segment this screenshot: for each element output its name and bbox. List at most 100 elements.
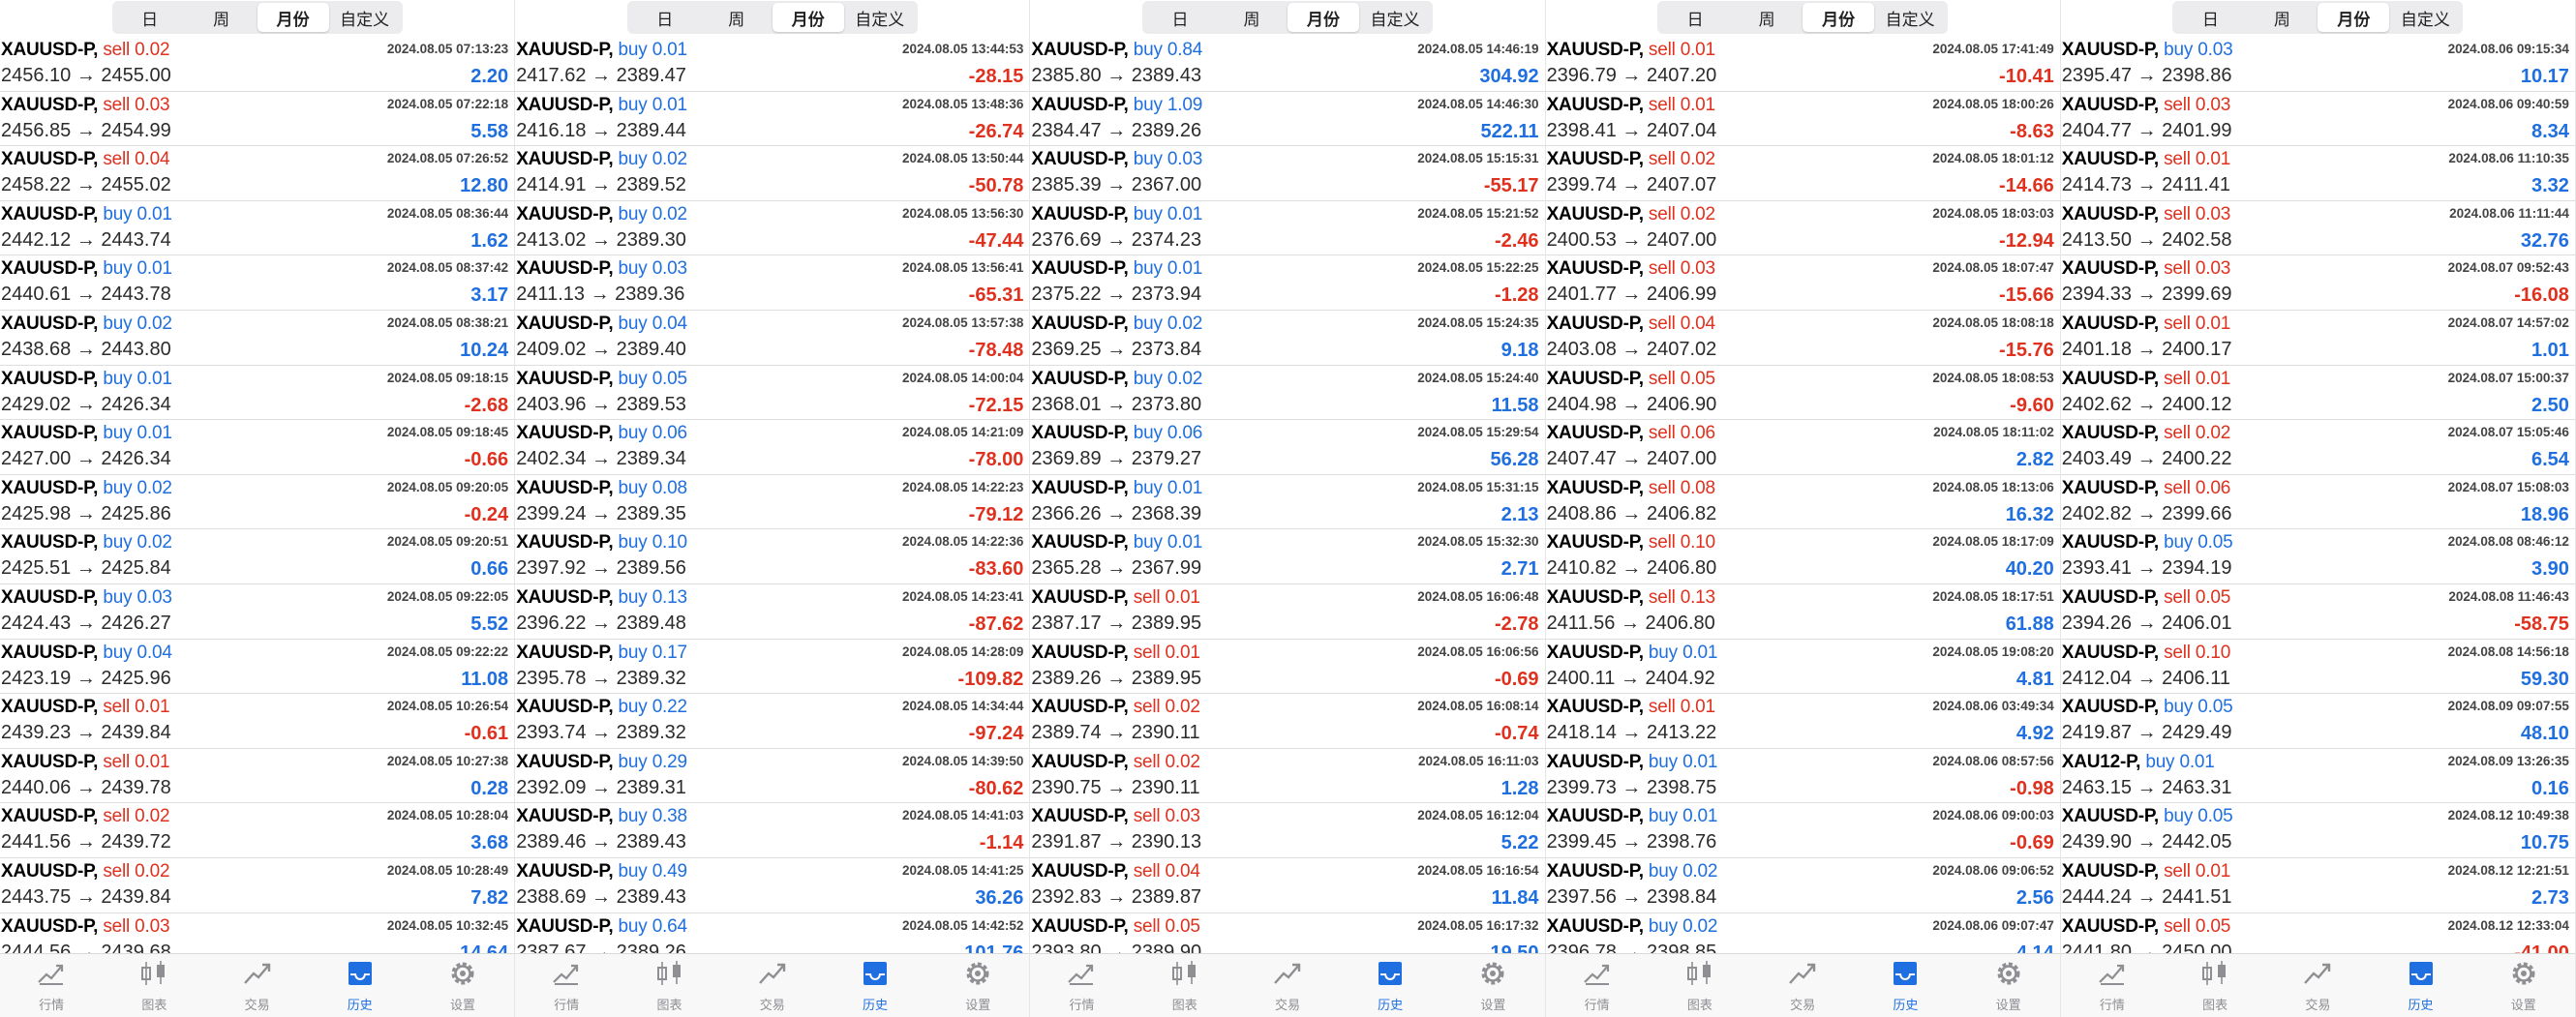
tab-chart[interactable]: 图表 <box>626 959 713 1013</box>
trade-row[interactable]: XAUUSD-P, buy 0.04 2409.02 → 2389.40 2024.… <box>515 311 1030 366</box>
trade-row[interactable]: XAUUSD-P, buy 0.01 2399.45 → 2398.76 2024.… <box>1545 803 2060 858</box>
trade-row[interactable]: XAUUSD-P, sell 0.10 2412.04 → 2406.11 2024… <box>2060 640 2575 695</box>
trade-row[interactable]: XAUUSD-P, sell 0.01 2396.79 → 2407.20 2024… <box>1545 37 2060 92</box>
trade-row[interactable]: XAUUSD-P, sell 0.03 2413.50 → 2402.58 2024… <box>2060 201 2575 256</box>
trade-row[interactable]: XAUUSD-P, buy 0.01 2376.69 → 2374.23 2024.… <box>1030 201 1545 256</box>
trade-row[interactable]: XAUUSD-P, sell 0.01 2414.73 → 2411.41 2024… <box>2060 146 2575 201</box>
period-option-1[interactable]: 周 <box>2246 3 2318 32</box>
trade-row[interactable]: XAUUSD-P, sell 0.02 2399.74 → 2407.07 2024… <box>1545 146 2060 201</box>
trade-row[interactable]: XAUUSD-P, sell 0.01 2444.24 → 2441.51 2024… <box>2060 858 2575 913</box>
trade-row[interactable]: XAUUSD-P, buy 0.13 2396.22 → 2389.48 2024.… <box>515 584 1030 640</box>
trade-row[interactable]: XAUUSD-P, sell 0.02 2390.75 → 2390.11 2024… <box>1030 749 1545 804</box>
trade-row[interactable]: XAUUSD-P, buy 0.02 2425.51 → 2425.84 2024.… <box>0 529 515 584</box>
tab-settings[interactable]: 设置 <box>419 959 506 1013</box>
period-option-3[interactable]: 自定义 <box>844 3 916 32</box>
trade-row[interactable]: XAUUSD-P, buy 0.03 2385.39 → 2367.00 2024.… <box>1030 146 1545 201</box>
trade-row[interactable]: XAUUSD-P, sell 0.03 2391.87 → 2390.13 2024… <box>1030 803 1545 858</box>
tab-trade[interactable]: 交易 <box>1244 959 1331 1013</box>
trade-row[interactable]: XAUUSD-P, buy 0.08 2399.24 → 2389.35 2024.… <box>515 475 1030 530</box>
trade-row[interactable]: XAUUSD-P, sell 0.08 2408.86 → 2406.82 2024… <box>1545 475 2060 530</box>
trade-row[interactable]: XAUUSD-P, buy 0.01 2427.00 → 2426.34 2024.… <box>0 420 515 475</box>
trade-row[interactable]: XAUUSD-P, buy 0.01 2366.26 → 2368.39 2024.… <box>1030 475 1545 530</box>
period-option-2[interactable]: 月份 <box>257 3 329 32</box>
trade-row[interactable]: XAUUSD-P, buy 0.01 2429.02 → 2426.34 2024.… <box>0 366 515 421</box>
trade-row[interactable]: XAUUSD-P, buy 0.49 2388.69 → 2389.43 2024.… <box>515 858 1030 913</box>
period-option-2[interactable]: 月份 <box>2318 3 2390 32</box>
trade-row[interactable]: XAUUSD-P, sell 0.01 2401.18 → 2400.17 2024… <box>2060 311 2575 366</box>
tab-settings[interactable]: 设置 <box>934 959 1021 1013</box>
trade-row[interactable]: XAUUSD-P, buy 0.29 2392.09 → 2389.31 2024.… <box>515 749 1030 804</box>
trade-row[interactable]: XAUUSD-P, buy 0.05 2439.90 → 2442.05 2024.… <box>2060 803 2575 858</box>
tab-trade[interactable]: 交易 <box>729 959 816 1013</box>
tab-history[interactable]: 历史 <box>1862 959 1949 1013</box>
tab-history[interactable]: 历史 <box>1347 959 1434 1013</box>
period-option-0[interactable]: 日 <box>2174 3 2246 32</box>
trade-row[interactable]: XAUUSD-P, buy 0.02 2413.02 → 2389.30 2024.… <box>515 201 1030 256</box>
period-option-0[interactable]: 日 <box>114 3 186 32</box>
tab-quotes[interactable]: 行情 <box>8 959 95 1013</box>
trade-row[interactable]: XAUUSD-P, sell 0.01 2439.23 → 2439.84 2024… <box>0 694 515 749</box>
trade-row[interactable]: XAUUSD-P, sell 0.01 2387.17 → 2389.95 2024… <box>1030 584 1545 640</box>
trade-row[interactable]: XAUUSD-P, sell 0.03 2401.77 → 2406.99 2024… <box>1545 255 2060 311</box>
tab-quotes[interactable]: 行情 <box>523 959 610 1013</box>
trade-row[interactable]: XAUUSD-P, sell 0.02 2441.56 → 2439.72 2024… <box>0 803 515 858</box>
period-option-1[interactable]: 周 <box>186 3 258 32</box>
tab-settings[interactable]: 设置 <box>1965 959 2052 1013</box>
trade-row[interactable]: XAUUSD-P, sell 0.01 2398.41 → 2407.04 2024… <box>1545 92 2060 147</box>
period-option-3[interactable]: 自定义 <box>1874 3 1946 32</box>
trade-row[interactable]: XAUUSD-P, sell 0.01 2402.62 → 2400.12 2024… <box>2060 366 2575 421</box>
trade-row[interactable]: XAUUSD-P, sell 0.03 2394.33 → 2399.69 2024… <box>2060 255 2575 311</box>
trade-row[interactable]: XAUUSD-P, sell 0.06 2407.47 → 2407.00 2024… <box>1545 420 2060 475</box>
period-option-3[interactable]: 自定义 <box>1359 3 1431 32</box>
trade-row[interactable]: XAUUSD-P, sell 0.02 2400.53 → 2407.00 2024… <box>1545 201 2060 256</box>
trade-row[interactable]: XAUUSD-P, buy 0.01 2442.12 → 2443.74 2024.… <box>0 201 515 256</box>
trade-row[interactable]: XAUUSD-P, buy 0.02 2369.25 → 2373.84 2024.… <box>1030 311 1545 366</box>
period-option-1[interactable]: 周 <box>701 3 773 32</box>
trade-row[interactable]: XAUUSD-P, buy 0.01 2400.11 → 2404.92 2024.… <box>1545 640 2060 695</box>
trade-row[interactable]: XAUUSD-P, buy 0.03 2411.13 → 2389.36 2024.… <box>515 255 1030 311</box>
tab-chart[interactable]: 图表 <box>1141 959 1228 1013</box>
trade-row[interactable]: XAUUSD-P, sell 0.04 2403.08 → 2407.02 2024… <box>1545 311 2060 366</box>
trade-row[interactable]: XAUUSD-P, buy 0.02 2397.56 → 2398.84 2024.… <box>1545 858 2060 913</box>
trade-row[interactable]: XAUUSD-P, sell 0.03 2404.77 → 2401.99 2024… <box>2060 92 2575 147</box>
tab-quotes[interactable]: 行情 <box>1554 959 1641 1013</box>
period-option-2[interactable]: 月份 <box>1287 3 1359 32</box>
tab-settings[interactable]: 设置 <box>2480 959 2567 1013</box>
period-option-1[interactable]: 周 <box>1216 3 1288 32</box>
trade-row[interactable]: XAUUSD-P, buy 0.05 2393.41 → 2394.19 2024.… <box>2060 529 2575 584</box>
trade-row[interactable]: XAUUSD-P, buy 0.02 2438.68 → 2443.80 2024.… <box>0 311 515 366</box>
trade-row[interactable]: XAU12-P, buy 0.01 2463.15 → 2463.31 2024.0… <box>2060 749 2575 804</box>
period-option-0[interactable]: 日 <box>1144 3 1216 32</box>
trade-row[interactable]: XAUUSD-P, sell 0.04 2458.22 → 2455.02 2024… <box>0 146 515 201</box>
trade-row[interactable]: XAUUSD-P, buy 0.22 2393.74 → 2389.32 2024.… <box>515 694 1030 749</box>
trade-row[interactable]: XAUUSD-P, buy 0.06 2369.89 → 2379.27 2024.… <box>1030 420 1545 475</box>
trade-row[interactable]: XAUUSD-P, sell 0.10 2410.82 → 2406.80 2024… <box>1545 529 2060 584</box>
trade-row[interactable]: XAUUSD-P, sell 0.02 2389.74 → 2390.11 2024… <box>1030 694 1545 749</box>
trade-row[interactable]: XAUUSD-P, buy 0.10 2397.92 → 2389.56 2024.… <box>515 529 1030 584</box>
period-option-2[interactable]: 月份 <box>1803 3 1875 32</box>
tab-chart[interactable]: 图表 <box>2171 959 2258 1013</box>
tab-trade[interactable]: 交易 <box>2274 959 2361 1013</box>
trade-row[interactable]: XAUUSD-P, buy 0.01 2440.61 → 2443.78 2024.… <box>0 255 515 311</box>
trade-row[interactable]: XAUUSD-P, sell 0.13 2411.56 → 2406.80 2024… <box>1545 584 2060 640</box>
trade-row[interactable]: XAUUSD-P, sell 0.01 2389.26 → 2389.95 2024… <box>1030 640 1545 695</box>
trade-row[interactable]: XAUUSD-P, buy 0.01 2417.62 → 2389.47 2024.… <box>515 37 1030 92</box>
trade-row[interactable]: XAUUSD-P, sell 0.04 2392.83 → 2389.87 2024… <box>1030 858 1545 913</box>
trade-row[interactable]: XAUUSD-P, buy 0.03 2395.47 → 2398.86 2024.… <box>2060 37 2575 92</box>
tab-history[interactable]: 历史 <box>317 959 404 1013</box>
period-option-2[interactable]: 月份 <box>772 3 844 32</box>
period-option-3[interactable]: 自定义 <box>329 3 401 32</box>
tab-trade[interactable]: 交易 <box>214 959 301 1013</box>
trade-row[interactable]: XAUUSD-P, buy 0.38 2389.46 → 2389.43 2024.… <box>515 803 1030 858</box>
trade-row[interactable]: XAUUSD-P, sell 0.01 2418.14 → 2413.22 2024… <box>1545 694 2060 749</box>
trade-row[interactable]: XAUUSD-P, buy 0.04 2423.19 → 2425.96 2024.… <box>0 640 515 695</box>
trade-row[interactable]: XAUUSD-P, buy 0.06 2402.34 → 2389.34 2024.… <box>515 420 1030 475</box>
trade-row[interactable]: XAUUSD-P, sell 0.02 2443.75 → 2439.84 2024… <box>0 858 515 913</box>
trade-row[interactable]: XAUUSD-P, sell 0.06 2402.82 → 2399.66 2024… <box>2060 475 2575 530</box>
period-option-0[interactable]: 日 <box>629 3 701 32</box>
trade-row[interactable]: XAUUSD-P, buy 0.02 2414.91 → 2389.52 2024.… <box>515 146 1030 201</box>
trade-row[interactable]: XAUUSD-P, sell 0.05 2394.26 → 2406.01 2024… <box>2060 584 2575 640</box>
tab-quotes[interactable]: 行情 <box>2069 959 2156 1013</box>
tab-history[interactable]: 历史 <box>832 959 919 1013</box>
trade-row[interactable]: XAUUSD-P, buy 0.01 2375.22 → 2373.94 2024.… <box>1030 255 1545 311</box>
